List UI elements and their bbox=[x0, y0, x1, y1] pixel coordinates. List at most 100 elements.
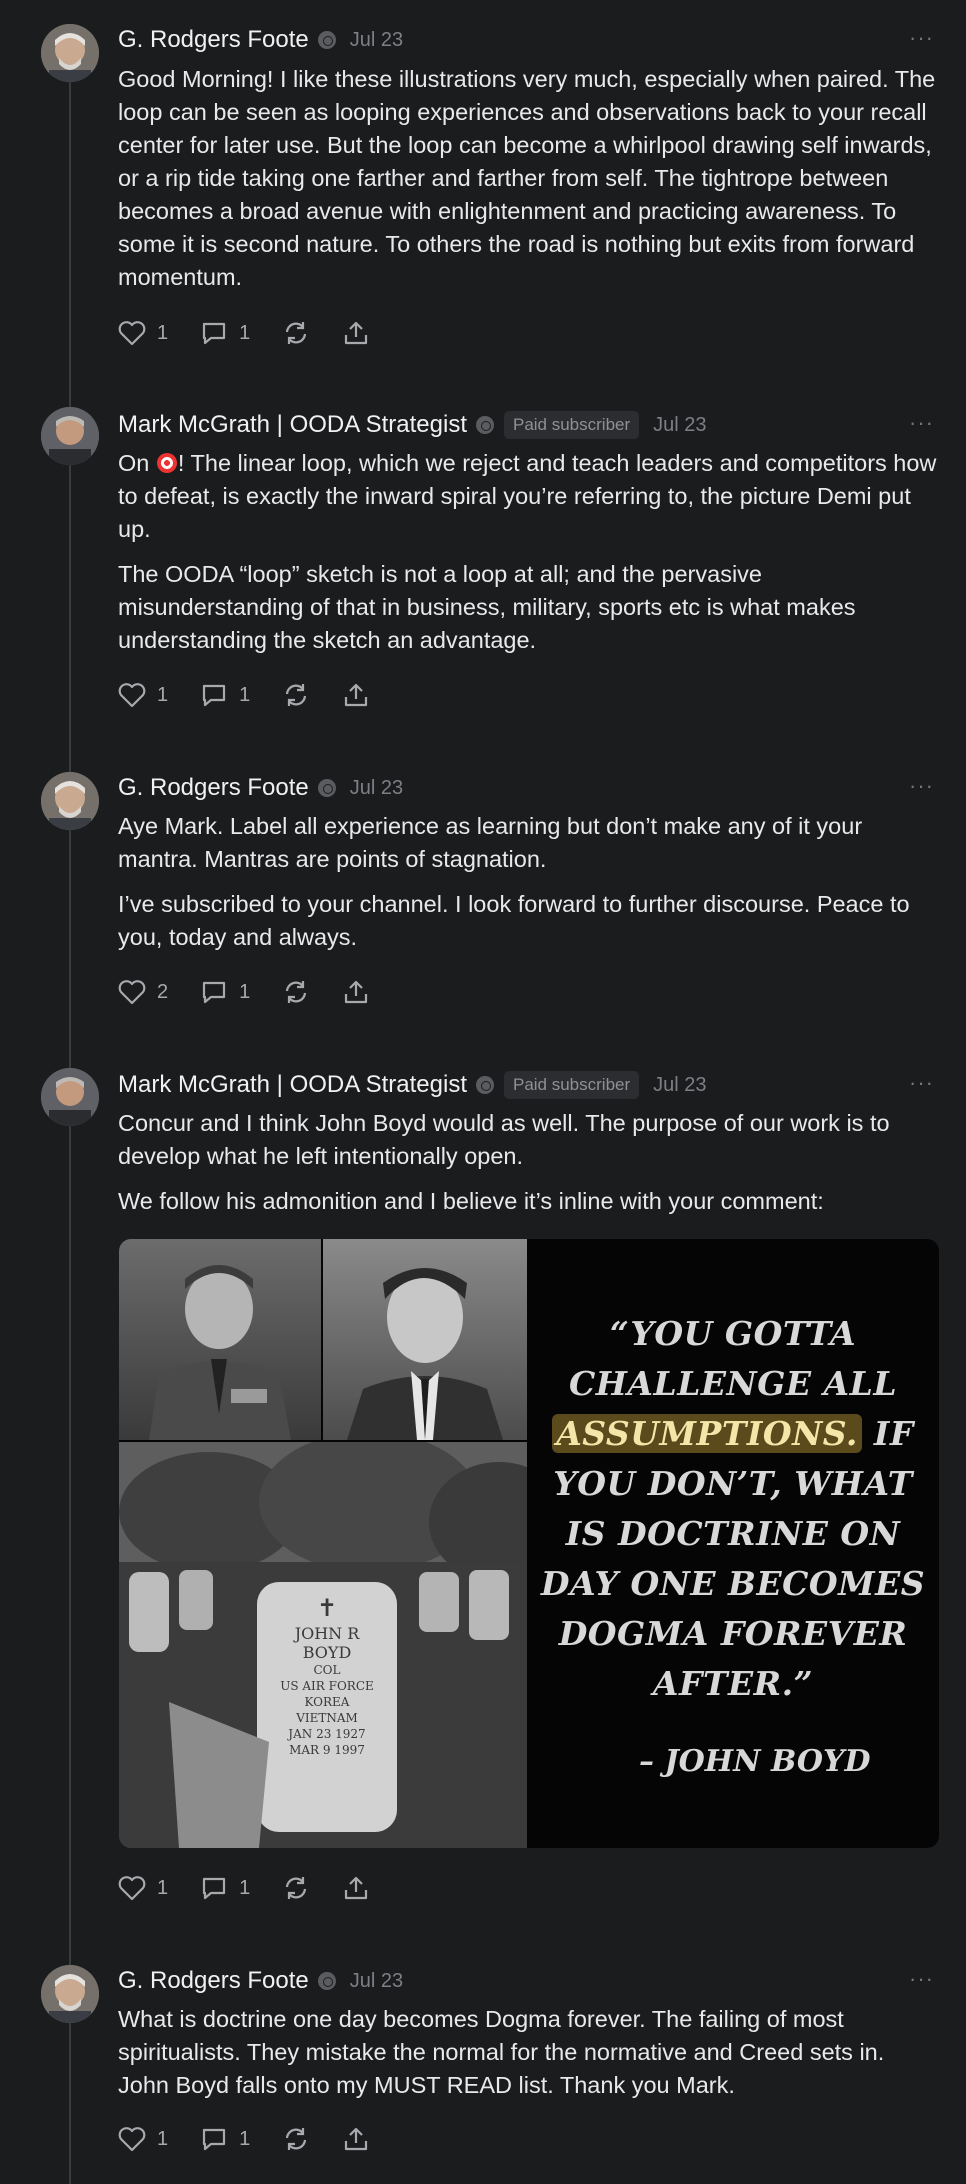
quote-highlight: ASSUMPTIONS. bbox=[552, 1414, 862, 1453]
comment-paragraph: Good Morning! I like these illustrations… bbox=[118, 66, 936, 290]
comment-date[interactable]: Jul 23 bbox=[350, 1970, 403, 1993]
paid-subscriber-badge: Paid subscriber bbox=[503, 411, 640, 439]
comment-paragraph: Concur and I think John Boyd would as we… bbox=[118, 1110, 890, 1169]
avatar[interactable] bbox=[41, 772, 99, 830]
quote-line: DOGMA FOREVER bbox=[558, 1614, 908, 1653]
share-icon bbox=[345, 321, 368, 345]
comment-paragraph: I’ve subscribed to your channel. I look … bbox=[118, 891, 910, 950]
restack-button[interactable] bbox=[282, 320, 310, 346]
avatar[interactable] bbox=[41, 24, 99, 82]
like-button[interactable]: 1 bbox=[118, 682, 168, 708]
comment-date[interactable]: Jul 23 bbox=[350, 777, 403, 800]
comment-paragraph: What is doctrine one day becomes Dogma f… bbox=[118, 2006, 885, 2098]
more-options-icon[interactable]: ··· bbox=[909, 775, 934, 797]
comment-date[interactable]: Jul 23 bbox=[653, 1074, 706, 1097]
headstone-inscription: ✝ JOHN R BOYD COL US AIR FORCE KOREA VIE… bbox=[257, 1594, 397, 1758]
comment-icon bbox=[203, 322, 226, 345]
comment-date[interactable]: Jul 23 bbox=[653, 414, 706, 437]
comment-icon bbox=[203, 1877, 226, 1900]
like-count: 1 bbox=[157, 321, 169, 344]
headstone-line: JOHN R bbox=[294, 1624, 360, 1643]
paragraph-text: ! The linear loop, which we reject and t… bbox=[118, 450, 937, 542]
restack-icon bbox=[286, 981, 307, 1003]
verified-badge-icon bbox=[317, 779, 336, 797]
like-count: 1 bbox=[157, 2127, 169, 2150]
quote-line: “YOU GOTTA bbox=[609, 1314, 857, 1353]
headstone-line: VIETNAM bbox=[296, 1711, 358, 1725]
headstone-line: JAN 23 1927 bbox=[288, 1727, 366, 1741]
target-emoji bbox=[156, 453, 177, 473]
comment-header: G. Rodgers Foote Jul 23 bbox=[118, 1961, 403, 2001]
author-name[interactable]: Mark McGrath | OODA Strategist bbox=[118, 411, 467, 439]
reply-count: 1 bbox=[239, 2127, 251, 2150]
more-options-icon[interactable]: ··· bbox=[909, 1968, 934, 1990]
avatar[interactable] bbox=[41, 407, 99, 465]
heart-icon bbox=[118, 683, 146, 708]
thread-line bbox=[69, 82, 71, 2184]
more-options-icon[interactable]: ··· bbox=[909, 1072, 934, 1094]
restack-button[interactable] bbox=[282, 682, 310, 708]
like-count: 1 bbox=[157, 1876, 169, 1899]
comment-icon bbox=[203, 981, 226, 1004]
author-name[interactable]: G. Rodgers Foote bbox=[118, 26, 309, 54]
comment-header: G. Rodgers Foote Jul 23 bbox=[118, 20, 403, 60]
reply-button[interactable]: 1 bbox=[200, 1875, 250, 1901]
restack-icon bbox=[286, 322, 307, 344]
cross-icon: ✝ bbox=[316, 1594, 338, 1622]
heart-icon bbox=[118, 321, 146, 346]
reply-button[interactable]: 1 bbox=[200, 2126, 250, 2152]
share-button[interactable] bbox=[342, 320, 370, 346]
comment-icon bbox=[203, 684, 226, 707]
like-count: 1 bbox=[157, 683, 169, 706]
comment-actions: 1 1 bbox=[118, 677, 402, 713]
comment-actions: 1 1 bbox=[118, 315, 402, 351]
reply-button[interactable]: 1 bbox=[200, 320, 250, 346]
comment-actions: 2 1 bbox=[118, 974, 402, 1010]
comment-body: What is doctrine one day becomes Dogma f… bbox=[118, 2003, 938, 2114]
headstone-line: US AIR FORCE bbox=[280, 1679, 374, 1693]
comment-date[interactable]: Jul 23 bbox=[350, 29, 403, 52]
more-options-icon[interactable]: ··· bbox=[909, 412, 934, 434]
quote-line: ASSUMPTIONS. IF bbox=[527, 1409, 939, 1459]
restack-icon bbox=[286, 2128, 307, 2150]
share-icon bbox=[345, 2127, 368, 2151]
restack-icon bbox=[286, 1877, 307, 1899]
attached-image[interactable]: ✝ JOHN R BOYD COL US AIR FORCE KOREA VIE… bbox=[119, 1239, 939, 1848]
heart-icon bbox=[118, 980, 146, 1005]
share-button[interactable] bbox=[342, 979, 370, 1005]
share-button[interactable] bbox=[342, 2126, 370, 2152]
reply-count: 1 bbox=[239, 980, 251, 1003]
author-name[interactable]: G. Rodgers Foote bbox=[118, 1967, 309, 1995]
heart-icon bbox=[118, 1876, 146, 1901]
reply-button[interactable]: 1 bbox=[200, 979, 250, 1005]
restack-button[interactable] bbox=[282, 1875, 310, 1901]
quote-fragment: IF bbox=[861, 1414, 914, 1453]
reply-button[interactable]: 1 bbox=[200, 682, 250, 708]
portrait-photo bbox=[119, 1239, 321, 1440]
comment-paragraph: The OODA “loop” sketch is not a loop at … bbox=[118, 561, 856, 653]
quote-text: “YOU GOTTA CHALLENGE ALL ASSUMPTIONS. IF… bbox=[527, 1309, 939, 1709]
author-name[interactable]: Mark McGrath | OODA Strategist bbox=[118, 1071, 467, 1099]
avatar[interactable] bbox=[41, 1965, 99, 2023]
share-button[interactable] bbox=[342, 1875, 370, 1901]
share-button[interactable] bbox=[342, 682, 370, 708]
author-name[interactable]: G. Rodgers Foote bbox=[118, 774, 309, 802]
comment-paragraph: On ! The linear loop, which we reject an… bbox=[118, 447, 938, 546]
avatar[interactable] bbox=[41, 1068, 99, 1126]
like-button[interactable]: 2 bbox=[118, 979, 168, 1005]
comment-body: Concur and I think John Boyd would as we… bbox=[118, 1107, 938, 1230]
like-button[interactable]: 1 bbox=[118, 1875, 168, 1901]
more-options-icon[interactable]: ··· bbox=[909, 27, 934, 49]
restack-button[interactable] bbox=[282, 979, 310, 1005]
comment-actions: 1 1 bbox=[118, 1870, 402, 1906]
comment-body: Good Morning! I like these illustrations… bbox=[118, 63, 938, 306]
comment-body: On ! The linear loop, which we reject an… bbox=[118, 447, 938, 669]
comment-paragraph: Aye Mark. Label all experience as learni… bbox=[118, 813, 863, 872]
like-button[interactable]: 1 bbox=[118, 320, 168, 346]
like-count: 2 bbox=[157, 980, 169, 1003]
restack-button[interactable] bbox=[282, 2126, 310, 2152]
paragraph-text: On bbox=[118, 450, 156, 476]
like-button[interactable]: 1 bbox=[118, 2126, 168, 2152]
reply-count: 1 bbox=[239, 1876, 251, 1899]
portrait-photo bbox=[323, 1239, 527, 1440]
